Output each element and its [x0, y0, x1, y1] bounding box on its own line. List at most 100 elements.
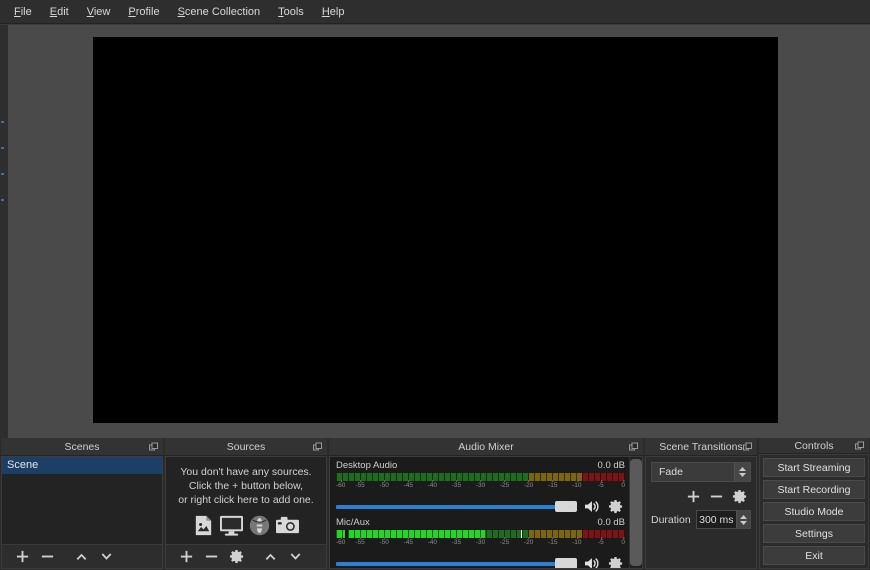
mixer-db-tick: -30: [475, 480, 486, 489]
camera-icon: [275, 514, 300, 537]
mixer-db-tick: 0: [621, 537, 625, 546]
remove-scene-button[interactable]: [35, 547, 59, 567]
dock-row: Scenes Scene Sources You don't have any …: [0, 438, 870, 570]
menu-item-help[interactable]: Help: [314, 3, 353, 21]
mixer-track-db-value: 0.0 dB: [597, 460, 625, 471]
mixer-volume-row: [336, 556, 625, 568]
transition-duration-row: Duration 300 ms: [651, 510, 751, 529]
remove-transition-button[interactable]: [707, 487, 725, 505]
sources-empty-text: You don't have any sources. Click the + …: [178, 465, 313, 507]
speaker-icon[interactable]: [584, 499, 601, 514]
plus-icon: [687, 490, 699, 502]
mixer-track: Mic/Aux 0.0 dB -60 -55 -50 -45 -40 -35 -30 -25 -20…: [336, 517, 625, 568]
transition-properties-button[interactable]: [730, 487, 748, 505]
scenes-dock: Scenes Scene: [1, 438, 163, 569]
move-source-up-button[interactable]: [258, 547, 282, 567]
float-dock-icon[interactable]: [855, 441, 864, 450]
menu-item-edit[interactable]: Edit: [42, 3, 77, 21]
volume-slider-handle[interactable]: [555, 558, 577, 568]
controls-body: Start Streaming Start Recording Studio Mod…: [759, 454, 869, 569]
volume-slider-track: [336, 504, 577, 509]
mixer-db-tick: -60: [336, 480, 346, 489]
add-source-button[interactable]: [174, 547, 198, 567]
speaker-icon[interactable]: [584, 556, 601, 568]
volume-slider[interactable]: [336, 500, 577, 514]
add-transition-button[interactable]: [684, 487, 702, 505]
mixer-volume-row: [336, 499, 625, 514]
mixer-dock-title: Audio Mixer: [329, 438, 643, 456]
mixer-db-tick: 0: [621, 480, 625, 489]
gear-icon[interactable]: [608, 556, 623, 568]
menu-item-file[interactable]: File: [6, 3, 40, 21]
menu-item-profile[interactable]: Profile: [120, 3, 167, 21]
studio-mode-button[interactable]: Studio Mode: [763, 502, 865, 521]
mixer-db-tick: -40: [427, 537, 438, 546]
scenes-list[interactable]: Scene: [2, 457, 162, 544]
float-dock-icon[interactable]: [629, 442, 638, 451]
scene-list-item[interactable]: Scene: [2, 457, 162, 474]
remove-source-button[interactable]: [199, 547, 223, 567]
start-recording-button[interactable]: Start Recording: [763, 480, 865, 499]
display-icon: [219, 514, 244, 537]
transition-buttons: [651, 487, 751, 505]
mixer-scrollbar[interactable]: [629, 457, 642, 568]
controls-dock-title: Controls: [759, 438, 869, 454]
gear-icon: [229, 549, 243, 564]
mixer-db-tick: -25: [499, 537, 510, 546]
scenes-toolbar: [2, 544, 162, 568]
mixer-track-list: Desktop Audio 0.0 dB -60 -55 -50 -45 -40 -35 -30…: [330, 457, 629, 568]
mixer-db-tick: -5: [598, 537, 604, 546]
volume-slider[interactable]: [336, 557, 577, 568]
move-scene-down-button[interactable]: [94, 547, 118, 567]
gear-icon[interactable]: [608, 499, 623, 514]
duration-spinner[interactable]: 300 ms: [695, 510, 751, 529]
float-dock-icon[interactable]: [743, 442, 752, 451]
mixer-db-tick: -15: [548, 480, 558, 489]
sources-dock-title: Sources: [165, 438, 327, 456]
mixer-db-tick: -10: [572, 480, 582, 489]
move-scene-up-button[interactable]: [69, 547, 93, 567]
scenes-dock-body: Scene: [1, 456, 163, 569]
float-dock-icon[interactable]: [149, 442, 158, 451]
menu-item-view[interactable]: View: [79, 3, 119, 21]
controls-title-label: Controls: [794, 439, 834, 452]
sources-empty-placeholder[interactable]: You don't have any sources. Click the + …: [166, 457, 326, 544]
start-streaming-button[interactable]: Start Streaming: [763, 458, 865, 477]
plus-icon: [16, 550, 28, 563]
mixer-db-tick: -55: [355, 480, 365, 489]
mixer-scrollbar-thumb[interactable]: [630, 459, 642, 566]
sources-empty-line3: or right click here to add one.: [178, 493, 314, 506]
sources-dock-body: You don't have any sources. Click the + …: [165, 456, 327, 569]
scene-transitions-dock: Scene Transitions Fade Duration 300 ms: [645, 438, 757, 569]
mixer-db-tick: -20: [523, 480, 534, 489]
mixer-db-tick: -45: [403, 537, 413, 546]
menu-item-scene-collection[interactable]: Scene Collection: [170, 3, 269, 21]
mixer-title-label: Audio Mixer: [458, 440, 514, 453]
add-scene-button[interactable]: [10, 547, 34, 567]
scenes-dock-title: Scenes: [1, 438, 163, 456]
exit-button[interactable]: Exit: [763, 546, 865, 565]
transitions-dock-title: Scene Transitions: [645, 438, 757, 456]
menu-item-tools[interactable]: Tools: [270, 3, 312, 21]
chevron-up-icon: [76, 553, 86, 560]
sources-empty-icons: [192, 514, 300, 537]
move-source-down-button[interactable]: [283, 547, 307, 567]
volume-slider-track: [336, 561, 577, 566]
mixer-track-header: Desktop Audio 0.0 dB: [336, 460, 625, 471]
preview-area[interactable]: [0, 24, 870, 457]
chevron-down-icon: [290, 553, 300, 560]
duration-spinner-arrows[interactable]: [736, 511, 750, 528]
mixer-track: Desktop Audio 0.0 dB -60 -55 -50 -45 -40 -35 -30…: [336, 460, 625, 514]
float-dock-icon[interactable]: [313, 442, 322, 451]
transition-select[interactable]: Fade: [651, 462, 751, 482]
globe-icon: [248, 514, 271, 537]
transition-select-arrows[interactable]: [734, 463, 750, 481]
minus-icon: [41, 555, 53, 558]
volume-slider-handle[interactable]: [555, 501, 577, 512]
source-properties-button[interactable]: [224, 547, 248, 567]
plus-icon: [180, 550, 192, 563]
preview-canvas[interactable]: [93, 37, 778, 423]
settings-button[interactable]: Settings: [763, 524, 865, 543]
image-icon: [192, 514, 215, 537]
mixer-meter-gap: [344, 530, 348, 538]
